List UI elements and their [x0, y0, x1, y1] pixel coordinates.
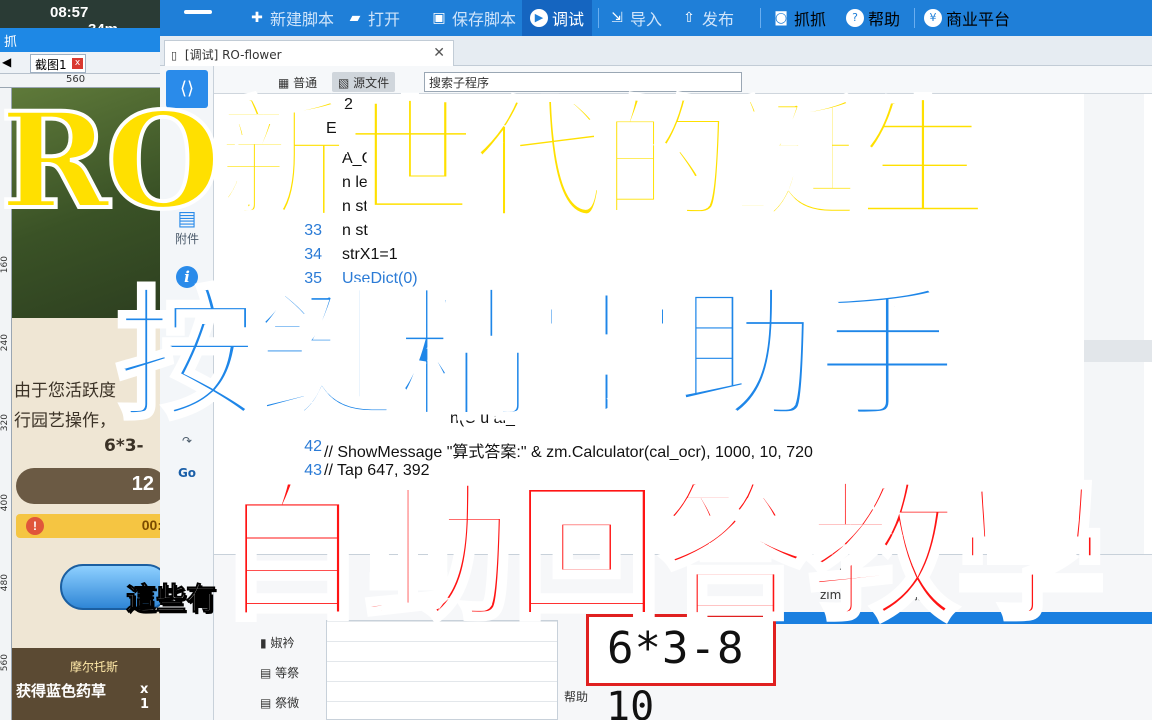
tabs-scroll-left-icon[interactable]: ◀: [2, 55, 11, 69]
debug-label: 调试: [552, 10, 585, 29]
code-scroll-thumb[interactable]: [1084, 340, 1152, 362]
line-number: 42: [304, 438, 322, 455]
quiz-text-line-1: 由于您活跃度: [14, 381, 116, 401]
capture-label: 抓抓: [794, 10, 827, 29]
toolbar-separator: [760, 8, 761, 28]
capture-window-title: 抓: [4, 34, 18, 49]
tab-label: 截图1: [35, 58, 67, 72]
code-text: // ShowMessage "算式答案:" & zm.Calculator(c…: [324, 444, 813, 461]
capture-button[interactable]: ◙ 抓抓: [772, 0, 826, 36]
publish-icon: ⇧: [683, 10, 695, 26]
list-icon: ▤: [260, 696, 272, 710]
tab-close-icon[interactable]: x: [72, 58, 83, 69]
debug-button[interactable]: ▶ 调试: [522, 0, 593, 36]
bottom-nav-label: 祭微: [275, 696, 300, 710]
tab-ro-flower[interactable]: ▯ [调试] RO-flower ✕: [164, 40, 454, 66]
play-icon: ▶: [530, 9, 548, 27]
app-logo[interactable]: [170, 0, 226, 36]
save-script-button[interactable]: ▣ 保存脚本: [430, 0, 516, 36]
publish-label: 发布: [702, 10, 735, 29]
yen-icon: ¥: [924, 9, 942, 27]
ruler-left-value: 240: [0, 334, 10, 352]
code-line: 42 // ShowMessage "算式答案:" & zm.Calculato…: [214, 438, 1152, 462]
capture-window-titlebar: 抓: [0, 28, 160, 52]
title-line-1: RO新世代的誕生: [0, 84, 991, 239]
ruler-left-value: 480: [0, 574, 10, 592]
item-notice: 获得蓝色药草: [16, 682, 107, 700]
bottom-nav-label: 等祭: [275, 666, 300, 680]
close-icon[interactable]: ✕: [433, 45, 445, 61]
game-bottom-bar: 摩尔托斯 获得蓝色药草 x 1: [12, 648, 160, 720]
toolbar-separator: [914, 8, 915, 28]
help-label: 帮助: [868, 10, 901, 29]
list-icon: ▤: [260, 666, 272, 680]
captured-result: 10: [606, 684, 655, 720]
toolbar-separator: [598, 8, 599, 28]
publish-button[interactable]: ⇧ 发布: [680, 0, 734, 36]
quiz-text-line-2: 行园艺操作，: [14, 411, 116, 431]
document-tabbar: ▯ [调试] RO-flower ✕: [160, 36, 1152, 66]
document-icon: ▯: [171, 49, 178, 62]
side-nav-go[interactable]: Go: [160, 466, 214, 480]
help-icon: ?: [846, 9, 864, 27]
go-label: Go: [177, 466, 197, 480]
help-button[interactable]: ? 帮助: [846, 0, 900, 36]
ruler-left-value: 400: [0, 494, 10, 512]
status-time: 08:57: [50, 4, 89, 21]
item-notice-close[interactable]: x 1: [140, 682, 160, 712]
ruler-left-value: 320: [0, 414, 10, 432]
subtitle-caption: 這些有: [126, 582, 217, 618]
alert-icon: !: [26, 517, 44, 535]
save-script-label: 保存脚本: [452, 10, 517, 29]
business-platform-button[interactable]: ¥ 商业平台: [924, 0, 1010, 36]
import-button[interactable]: ⇲ 导入: [608, 0, 662, 36]
timer-bar: ! 00:: [16, 514, 160, 538]
answer-value: 12: [131, 473, 154, 495]
bottom-nav-item[interactable]: ▤ 祭微: [260, 694, 299, 711]
timer-value: 00:: [141, 517, 160, 533]
code-text: strX1=1: [342, 246, 398, 263]
save-icon: ▣: [432, 10, 446, 26]
phone-status-bar: 08:57 34m: [0, 0, 160, 38]
title-line-3: 自動回答教學: [213, 465, 1108, 641]
ruler-left-value: 560: [0, 654, 10, 672]
ruler-left-value: 160: [0, 256, 10, 274]
plus-icon: ✚: [251, 10, 263, 26]
import-label: 导入: [630, 10, 663, 29]
open-label: 打开: [368, 10, 401, 29]
line-number: 34: [304, 246, 322, 263]
new-script-button[interactable]: ✚ 新建脚本: [248, 0, 334, 36]
logo-bar-icon: [184, 10, 212, 14]
bottom-nav-item[interactable]: ▤ 等祭: [260, 664, 299, 681]
import-icon: ⇲: [611, 10, 623, 26]
business-platform-label: 商业平台: [946, 10, 1011, 29]
new-script-label: 新建脚本: [270, 10, 335, 29]
title-line-2: 按鍵精靈助手: [114, 273, 960, 439]
answer-input[interactable]: 12: [16, 468, 160, 504]
help-tab-label[interactable]: 帮助: [564, 688, 588, 705]
folder-icon: ▰: [349, 10, 361, 26]
camera-icon: ◙: [774, 10, 788, 26]
doc-tab-title: [调试] RO-flower: [184, 48, 282, 62]
open-button[interactable]: ▰ 打开: [346, 0, 400, 36]
npc-name: 摩尔托斯: [70, 660, 119, 674]
code-line: 34 strX1=1: [214, 246, 1152, 270]
quiz-equation: 6*3-: [104, 436, 144, 456]
capture-tabs: ◀ 截图1 x: [0, 52, 160, 74]
